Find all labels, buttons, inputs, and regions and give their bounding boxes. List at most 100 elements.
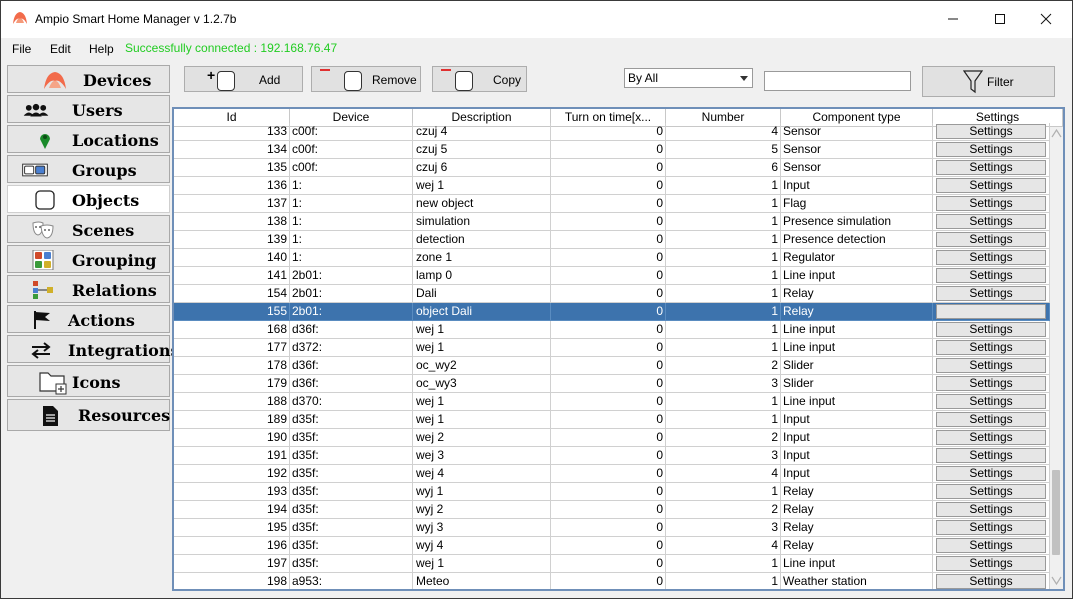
settings-button[interactable]: Settings (936, 394, 1046, 409)
settings-button[interactable]: Settings (936, 124, 1046, 139)
cell-description: wyj 1 (413, 483, 551, 501)
settings-button[interactable]: Settings (936, 250, 1046, 265)
cell-component-type: Sensor (781, 123, 933, 141)
sidebar-item-objects[interactable]: Objects (7, 185, 170, 213)
table-row[interactable]: 168 d36f: wej 1 0 1 Line input Settings (174, 321, 1050, 339)
settings-button[interactable]: Settings (936, 502, 1046, 517)
sidebar-item-resources[interactable]: Resources (7, 399, 170, 431)
sidebar-item-actions[interactable]: Actions (7, 305, 170, 333)
table-row[interactable]: 155 2b01: object Dali 0 1 Relay Settings (174, 303, 1050, 321)
cell-component-type: Presence simulation (781, 213, 933, 231)
table-row[interactable]: 188 d370: wej 1 0 1 Line input Settings (174, 393, 1050, 411)
cell-description: new object (413, 195, 551, 213)
settings-button[interactable]: Settings (936, 178, 1046, 193)
settings-button[interactable]: Settings (936, 448, 1046, 463)
minimize-button[interactable] (930, 1, 976, 37)
filter-mode-select[interactable]: By All (624, 68, 753, 88)
copy-button[interactable]: Copy (432, 66, 527, 92)
settings-button[interactable]: Settings (936, 466, 1046, 481)
table-row[interactable]: 197 d35f: wej 1 0 1 Line input Settings (174, 555, 1050, 573)
settings-button[interactable]: Settings (936, 286, 1046, 301)
cell-id: 134 (174, 141, 290, 159)
cell-component-type: Input (781, 465, 933, 483)
vertical-scrollbar[interactable] (1050, 127, 1063, 589)
cell-description: czuj 5 (413, 141, 551, 159)
sidebar-item-scenes[interactable]: Scenes (7, 215, 170, 243)
cell-id: 177 (174, 339, 290, 357)
settings-button[interactable]: Settings (936, 214, 1046, 229)
table-row[interactable]: 137 1: new object 0 1 Flag Settings (174, 195, 1050, 213)
table-row[interactable]: 135 c00f: czuj 6 0 6 Sensor Settings (174, 159, 1050, 177)
table-row[interactable]: 140 1: zone 1 0 1 Regulator Settings (174, 249, 1050, 267)
close-button[interactable] (1023, 1, 1069, 37)
settings-button[interactable]: Settings (936, 160, 1046, 175)
sidebar-label-objects: Objects (72, 191, 140, 210)
cell-description: Dali (413, 285, 551, 303)
filter-button[interactable]: Filter (922, 66, 1055, 97)
menu-edit[interactable]: Edit (50, 42, 71, 56)
sidebar-item-icons[interactable]: Icons (7, 365, 170, 397)
settings-button[interactable]: Settings (936, 484, 1046, 499)
table-row[interactable]: 196 d35f: wyj 4 0 4 Relay Settings (174, 537, 1050, 555)
cell-settings: Settings (933, 213, 1050, 231)
filter-text-input[interactable] (764, 71, 911, 91)
scroll-down-icon[interactable] (1050, 573, 1063, 587)
maximize-button[interactable] (977, 1, 1023, 37)
settings-button[interactable]: Settings (936, 430, 1046, 445)
settings-button[interactable]: Settings (936, 412, 1046, 427)
settings-button[interactable]: Settings (936, 304, 1046, 319)
cell-component-type: Relay (781, 303, 933, 321)
table-row[interactable]: 190 d35f: wej 2 0 2 Input Settings (174, 429, 1050, 447)
table-row[interactable]: 134 c00f: czuj 5 0 5 Sensor Settings (174, 141, 1050, 159)
table-row[interactable]: 178 d36f: oc_wy2 0 2 Slider Settings (174, 357, 1050, 375)
settings-button[interactable]: Settings (936, 340, 1046, 355)
settings-button[interactable]: Settings (936, 556, 1046, 571)
table-row[interactable]: 139 1: detection 0 1 Presence detection Settin… (174, 231, 1050, 249)
table-row[interactable]: 194 d35f: wyj 2 0 2 Relay Settings (174, 501, 1050, 519)
scrollbar-thumb[interactable] (1052, 470, 1060, 555)
sidebar-item-devices[interactable]: Devices (7, 65, 170, 93)
sidebar-item-relations[interactable]: Relations (7, 275, 170, 303)
sidebar-item-users[interactable]: Users (7, 95, 170, 123)
table-row[interactable]: 179 d36f: oc_wy3 0 3 Slider Settings (174, 375, 1050, 393)
cell-description: wej 1 (413, 555, 551, 573)
settings-button[interactable]: Settings (936, 376, 1046, 391)
settings-button[interactable]: Settings (936, 196, 1046, 211)
settings-button[interactable]: Settings (936, 142, 1046, 157)
cell-settings: Settings (933, 177, 1050, 195)
table-row[interactable]: 141 2b01: lamp 0 0 1 Line input Settings (174, 267, 1050, 285)
cell-device: d35f: (290, 429, 413, 447)
table-row[interactable]: 189 d35f: wej 1 0 1 Input Settings (174, 411, 1050, 429)
sidebar-item-locations[interactable]: Locations (7, 125, 170, 153)
close-icon (1040, 13, 1052, 25)
scroll-up-icon[interactable] (1050, 127, 1063, 141)
table-row[interactable]: 198 a953: Meteo 0 1 Weather station Settings (174, 573, 1050, 589)
table-row[interactable]: 193 d35f: wyj 1 0 1 Relay Settings (174, 483, 1050, 501)
cell-device: d36f: (290, 321, 413, 339)
menu-help[interactable]: Help (89, 42, 114, 56)
table-row[interactable]: 136 1: wej 1 0 1 Input Settings (174, 177, 1050, 195)
settings-button[interactable]: Settings (936, 268, 1046, 283)
table-row[interactable]: 133 c00f: czuj 4 0 4 Sensor Settings (174, 123, 1050, 141)
settings-button[interactable]: Settings (936, 232, 1046, 247)
add-button[interactable]: + Add (184, 66, 303, 92)
settings-button[interactable]: Settings (936, 538, 1046, 553)
cell-settings: Settings (933, 249, 1050, 267)
settings-button[interactable]: Settings (936, 574, 1046, 589)
cell-id: 155 (174, 303, 290, 321)
table-row[interactable]: 177 d372: wej 1 0 1 Line input Settings (174, 339, 1050, 357)
cell-description: simulation (413, 213, 551, 231)
remove-button[interactable]: Remove (311, 66, 421, 92)
table-row[interactable]: 191 d35f: wej 3 0 3 Input Settings (174, 447, 1050, 465)
settings-button[interactable]: Settings (936, 322, 1046, 337)
sidebar-item-integrations[interactable]: Integrations (7, 335, 179, 363)
sidebar-item-groups[interactable]: Groups (7, 155, 170, 183)
table-row[interactable]: 138 1: simulation 0 1 Presence simulation Sett… (174, 213, 1050, 231)
table-row[interactable]: 195 d35f: wyj 3 0 3 Relay Settings (174, 519, 1050, 537)
settings-button[interactable]: Settings (936, 358, 1046, 373)
settings-button[interactable]: Settings (936, 520, 1046, 535)
table-row[interactable]: 154 2b01: Dali 0 1 Relay Settings (174, 285, 1050, 303)
sidebar-item-grouping[interactable]: Grouping (7, 245, 170, 273)
table-row[interactable]: 192 d35f: wej 4 0 4 Input Settings (174, 465, 1050, 483)
menu-file[interactable]: File (12, 42, 31, 56)
